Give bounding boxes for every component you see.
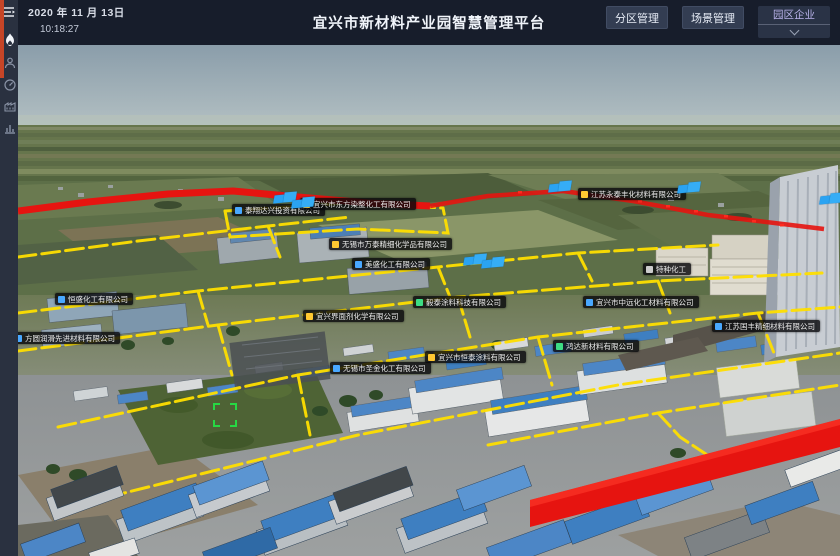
company-label[interactable]: 特种化工 — [643, 263, 691, 275]
company-label[interactable]: 无锡市万泰精细化学品有限公司 — [329, 238, 452, 250]
scene-management-button[interactable]: 场景管理 — [682, 6, 744, 29]
smart-park-platform-window: 2020 年 11 月 13日 10:18:27 宜兴市新材料产业园智慧管理平台… — [0, 0, 840, 556]
user-icon[interactable] — [2, 55, 17, 70]
gauge-icon[interactable] — [2, 77, 17, 92]
factory-marker-icon — [18, 335, 22, 342]
company-label[interactable]: 宜兴界面剂化学有限公司 — [303, 310, 404, 322]
header-actions: 分区管理 场景管理 园区企业 — [606, 6, 830, 38]
bar-chart-icon[interactable] — [2, 120, 17, 135]
highlighted-building-marker[interactable] — [292, 197, 316, 210]
company-label-text: 特种化工 — [656, 265, 686, 274]
factory-marker-icon — [235, 207, 242, 214]
company-label-text: 江苏国丰精细材料有限公司 — [725, 322, 815, 331]
company-label-text: 宜兴市恒泰涂料有限公司 — [438, 353, 521, 362]
highlighted-building-marker[interactable] — [482, 257, 506, 270]
company-label[interactable]: 鸿达新材料有限公司 — [553, 340, 639, 352]
company-label[interactable]: 江苏国丰精细材料有限公司 — [712, 320, 820, 332]
park-enterprise-dropdown[interactable]: 园区企业 — [758, 6, 830, 38]
company-label[interactable]: 毅泰涂料科技有限公司 — [413, 296, 506, 308]
factory-marker-icon — [355, 261, 362, 268]
label-layer: 泰翔达兴投资有限公司宜兴市东方染整化工有限公司无锡市万泰精细化学品有限公司美盛化… — [18, 45, 840, 556]
map-3d-viewport[interactable]: 泰翔达兴投资有限公司宜兴市东方染整化工有限公司无锡市万泰精细化学品有限公司美盛化… — [18, 45, 840, 556]
company-label-text: 鸿达新材料有限公司 — [566, 342, 634, 351]
company-label-text: 恒盛化工有限公司 — [68, 295, 128, 304]
company-label-text: 方圆润滑先进材料有限公司 — [25, 334, 115, 343]
company-label-text: 宜兴市中远化工材料有限公司 — [596, 298, 694, 307]
company-label[interactable]: 宜兴市东方染整化工有限公司 — [300, 198, 416, 210]
menu-icon[interactable] — [2, 4, 17, 19]
highlighted-building-marker[interactable] — [549, 181, 573, 194]
factory-marker-icon — [581, 191, 588, 198]
factory-marker-icon — [646, 266, 653, 273]
highlighted-building-marker[interactable] — [678, 182, 702, 195]
company-label-text: 无锡市圣金化工有限公司 — [343, 364, 426, 373]
company-label-text: 毅泰涂料科技有限公司 — [426, 298, 501, 307]
company-label[interactable]: 宜兴市中远化工材料有限公司 — [583, 296, 699, 308]
company-label-text: 美盛化工有限公司 — [365, 260, 425, 269]
factory-marker-icon — [556, 343, 563, 350]
company-label[interactable]: 无锡市圣金化工有限公司 — [330, 362, 431, 374]
company-label[interactable]: 方圆润滑先进材料有限公司 — [18, 332, 120, 344]
company-label-text: 无锡市万泰精细化学品有限公司 — [342, 240, 447, 249]
factory-marker-icon — [586, 299, 593, 306]
park-enterprise-label: 园区企业 — [773, 8, 815, 22]
zone-management-button[interactable]: 分区管理 — [606, 6, 668, 29]
factory-marker-icon — [332, 241, 339, 248]
factory-icon[interactable] — [2, 98, 17, 113]
company-label[interactable]: 宜兴市恒泰涂料有限公司 — [425, 351, 526, 363]
company-label[interactable]: 江苏永泰丰化材料有限公司 — [578, 188, 686, 200]
company-label-text: 宜兴界面剂化学有限公司 — [316, 312, 399, 321]
factory-marker-icon — [58, 296, 65, 303]
chevron-down-icon — [789, 26, 799, 36]
factory-marker-icon — [715, 323, 722, 330]
company-label-text: 江苏永泰丰化材料有限公司 — [591, 190, 681, 199]
factory-marker-icon — [333, 365, 340, 372]
factory-marker-icon — [416, 299, 423, 306]
top-header-bar: 2020 年 11 月 13日 10:18:27 宜兴市新材料产业园智慧管理平台… — [18, 0, 840, 45]
factory-marker-icon — [306, 313, 313, 320]
company-label-text: 宜兴市东方染整化工有限公司 — [313, 200, 411, 209]
factory-marker-icon — [428, 354, 435, 361]
flame-icon[interactable] — [2, 32, 17, 47]
company-label[interactable]: 美盛化工有限公司 — [352, 258, 430, 270]
company-label[interactable]: 恒盛化工有限公司 — [55, 293, 133, 305]
left-sidebar — [0, 0, 18, 556]
highlighted-building-marker[interactable] — [820, 193, 840, 206]
